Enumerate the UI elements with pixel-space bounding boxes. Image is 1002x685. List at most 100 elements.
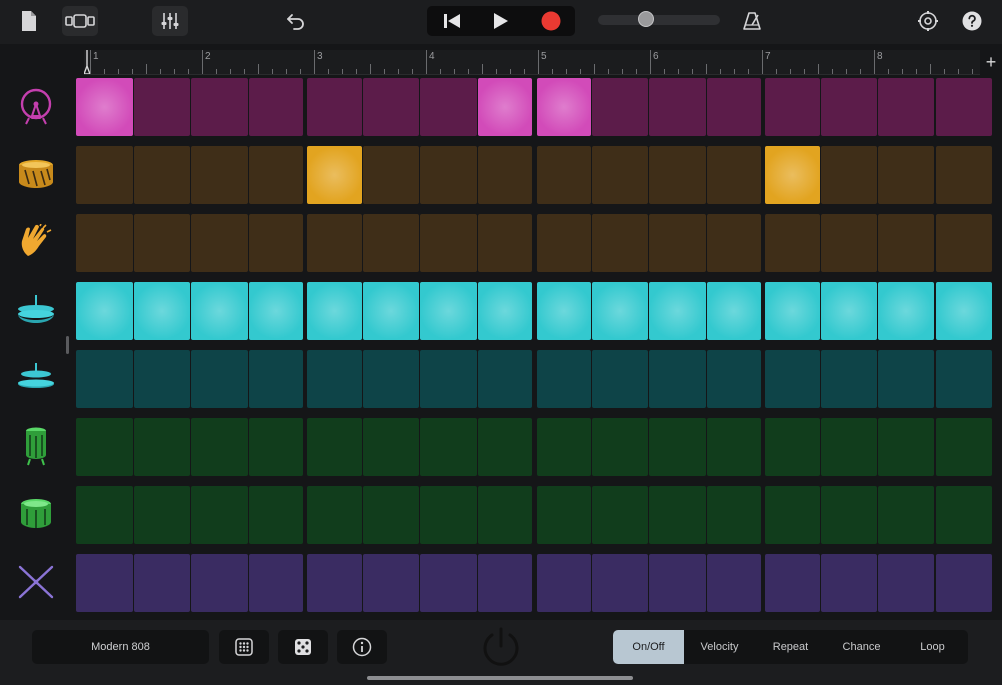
step-cell-off[interactable] bbox=[537, 146, 591, 204]
step-cell-off[interactable] bbox=[936, 146, 992, 204]
step-cell-off[interactable] bbox=[134, 350, 190, 408]
step-cell-off[interactable] bbox=[878, 554, 934, 612]
step-cell-off[interactable] bbox=[249, 146, 303, 204]
step-cell-on[interactable] bbox=[649, 282, 706, 340]
undo-icon[interactable] bbox=[282, 6, 310, 36]
document-icon[interactable] bbox=[14, 6, 44, 36]
step-cell-off[interactable] bbox=[592, 554, 648, 612]
step-cell-off[interactable] bbox=[134, 146, 190, 204]
high-tom-icon[interactable] bbox=[10, 420, 62, 472]
step-cell-on[interactable] bbox=[76, 78, 133, 136]
step-cell-off[interactable] bbox=[307, 78, 362, 136]
step-cell-off[interactable] bbox=[363, 350, 419, 408]
step-cell-on[interactable] bbox=[765, 282, 820, 340]
step-cell-off[interactable] bbox=[478, 418, 532, 476]
kick-drum-icon[interactable] bbox=[10, 80, 62, 132]
step-cell-off[interactable] bbox=[249, 554, 303, 612]
step-cell-on[interactable] bbox=[134, 282, 190, 340]
randomize-button[interactable] bbox=[278, 630, 328, 664]
step-cell-off[interactable] bbox=[307, 214, 362, 272]
step-cell-off[interactable] bbox=[249, 78, 303, 136]
step-cell-off[interactable] bbox=[134, 418, 190, 476]
step-cell-off[interactable] bbox=[537, 418, 591, 476]
step-cell-off[interactable] bbox=[649, 554, 706, 612]
step-cell-off[interactable] bbox=[134, 486, 190, 544]
step-cell-off[interactable] bbox=[76, 350, 133, 408]
step-cell-off[interactable] bbox=[420, 554, 477, 612]
power-button[interactable] bbox=[478, 624, 524, 670]
step-cell-on[interactable] bbox=[249, 282, 303, 340]
step-cell-off[interactable] bbox=[707, 214, 761, 272]
step-cell-off[interactable] bbox=[478, 554, 532, 612]
step-cell-on[interactable] bbox=[191, 282, 248, 340]
step-cell-off[interactable] bbox=[707, 486, 761, 544]
metronome-icon[interactable] bbox=[738, 6, 766, 36]
step-cell-off[interactable] bbox=[191, 214, 248, 272]
step-cell-off[interactable] bbox=[821, 214, 877, 272]
step-cell-off[interactable] bbox=[76, 418, 133, 476]
step-cell-off[interactable] bbox=[821, 486, 877, 544]
step-cell-off[interactable] bbox=[478, 146, 532, 204]
step-cell-off[interactable] bbox=[592, 146, 648, 204]
step-cell-off[interactable] bbox=[878, 214, 934, 272]
step-cell-off[interactable] bbox=[707, 554, 761, 612]
mode-loop[interactable]: Loop bbox=[897, 630, 968, 664]
step-cell-off[interactable] bbox=[537, 214, 591, 272]
help-icon[interactable] bbox=[958, 6, 986, 36]
mode-velocity[interactable]: Velocity bbox=[684, 630, 755, 664]
step-cell-off[interactable] bbox=[307, 486, 362, 544]
step-cell-off[interactable] bbox=[420, 486, 477, 544]
step-cell-off[interactable] bbox=[76, 214, 133, 272]
step-cell-off[interactable] bbox=[821, 350, 877, 408]
info-button[interactable] bbox=[337, 630, 387, 664]
step-cell-off[interactable] bbox=[249, 486, 303, 544]
step-cell-on[interactable] bbox=[765, 146, 820, 204]
mode-on-off[interactable]: On/Off bbox=[613, 630, 684, 664]
step-cell-off[interactable] bbox=[478, 214, 532, 272]
step-cell-off[interactable] bbox=[420, 350, 477, 408]
step-cell-off[interactable] bbox=[936, 418, 992, 476]
step-cell-off[interactable] bbox=[249, 418, 303, 476]
drum-kit-selector[interactable]: Modern 808 bbox=[32, 630, 209, 664]
step-cell-off[interactable] bbox=[707, 146, 761, 204]
step-cell-off[interactable] bbox=[420, 214, 477, 272]
step-cell-off[interactable] bbox=[878, 146, 934, 204]
step-cell-off[interactable] bbox=[537, 554, 591, 612]
step-cell-off[interactable] bbox=[420, 146, 477, 204]
drumsticks-icon[interactable] bbox=[10, 556, 62, 608]
step-cell-off[interactable] bbox=[936, 554, 992, 612]
step-cell-off[interactable] bbox=[878, 78, 934, 136]
step-cell-off[interactable] bbox=[592, 214, 648, 272]
step-cell-off[interactable] bbox=[420, 78, 477, 136]
step-cell-on[interactable] bbox=[478, 78, 532, 136]
step-cell-off[interactable] bbox=[76, 486, 133, 544]
step-cell-off[interactable] bbox=[363, 78, 419, 136]
step-cell-off[interactable] bbox=[592, 418, 648, 476]
step-cell-off[interactable] bbox=[363, 554, 419, 612]
step-cell-off[interactable] bbox=[765, 554, 820, 612]
step-cell-off[interactable] bbox=[249, 350, 303, 408]
step-cell-off[interactable] bbox=[649, 350, 706, 408]
step-cell-on[interactable] bbox=[363, 282, 419, 340]
go-to-beginning-button[interactable] bbox=[427, 6, 476, 36]
step-cell-off[interactable] bbox=[592, 78, 648, 136]
step-cell-off[interactable] bbox=[765, 418, 820, 476]
step-cell-off[interactable] bbox=[249, 214, 303, 272]
volume-slider-knob[interactable] bbox=[638, 11, 654, 27]
low-tom-icon[interactable] bbox=[10, 488, 62, 540]
step-cell-off[interactable] bbox=[478, 486, 532, 544]
step-cell-on[interactable] bbox=[537, 282, 591, 340]
step-cell-off[interactable] bbox=[537, 486, 591, 544]
step-cell-off[interactable] bbox=[649, 78, 706, 136]
step-cell-off[interactable] bbox=[765, 78, 820, 136]
master-volume-slider[interactable] bbox=[598, 11, 720, 27]
step-cell-off[interactable] bbox=[191, 418, 248, 476]
step-cell-off[interactable] bbox=[821, 418, 877, 476]
step-cell-off[interactable] bbox=[821, 146, 877, 204]
record-button[interactable] bbox=[526, 6, 575, 36]
step-cell-on[interactable] bbox=[478, 282, 532, 340]
step-cell-off[interactable] bbox=[649, 418, 706, 476]
step-cell-off[interactable] bbox=[765, 486, 820, 544]
step-cell-on[interactable] bbox=[420, 282, 477, 340]
tracks-view-icon[interactable] bbox=[62, 6, 98, 36]
